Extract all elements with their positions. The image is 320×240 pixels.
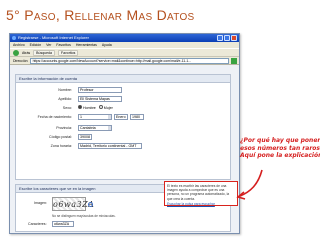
province-label: Provincia:: [56, 126, 72, 130]
internet-explorer-icon: [12, 36, 16, 40]
address-input[interactable]: https://accounts.google.com/NewAccount?s…: [29, 57, 229, 64]
birth-year-input[interactable]: 1980: [130, 114, 144, 120]
window-controls: [217, 35, 237, 41]
first-name-label: Nombre:: [58, 88, 72, 92]
slide-number: 5°: [6, 7, 20, 23]
gender-row: Sexo: Hombre Mujer: [16, 105, 230, 112]
birth-date-label: Fecha de nacimiento:: [37, 115, 72, 119]
address-bar: Dirección https://accounts.google.com/Ne…: [10, 57, 239, 65]
radio-empty-icon[interactable]: [98, 105, 103, 109]
annotation-note: ¿Por qué hay que poner esos números tan …: [240, 137, 320, 160]
gender-radio-group: Hombre Mujer: [78, 105, 113, 110]
maximize-button[interactable]: [224, 35, 230, 41]
radio-selected-icon[interactable]: [78, 105, 82, 109]
chevron-down-icon: [108, 126, 111, 130]
browser-toolbar: Atrás Búsqueda Favoritos: [10, 48, 239, 57]
go-button[interactable]: [231, 57, 237, 64]
favorites-button[interactable]: Favoritos: [57, 49, 79, 56]
birth-date-row: Fecha de nacimiento: 1 Enero 1980: [16, 114, 230, 121]
province-select[interactable]: Cantabria: [78, 125, 112, 131]
captcha-case-note: No se distinguen mayúsculas de minúscula…: [52, 214, 116, 218]
gender-label: Sexo:: [62, 106, 72, 110]
birth-month-select[interactable]: Enero: [114, 114, 128, 120]
annotation-line-1: ¿Por qué hay que poner: [240, 137, 320, 144]
annotation-line-2: esos números tan raros?: [240, 144, 320, 152]
callout-text: El texto es escribir las caracteres de u…: [167, 184, 230, 201]
birth-day-select[interactable]: 1: [78, 114, 112, 120]
back-arrow-icon[interactable]: [13, 49, 19, 56]
slide-heading: Paso, Rellenar Mas Datos: [24, 7, 195, 23]
gender-option-male[interactable]: Hombre: [78, 105, 96, 110]
slide-title: 5° Paso, Rellenar Mas Datos: [6, 7, 306, 23]
captcha-explanation-callout: El texto es escribir las caracteres de u…: [164, 181, 238, 206]
first-name-input[interactable]: Profesor: [78, 87, 122, 93]
window-titlebar: Registrarse - Microsoft Internet Explore…: [10, 34, 239, 42]
timezone-select[interactable]: Madrid, Territorio continental - GMT: [78, 143, 142, 149]
last-name-input[interactable]: Ell Sistema Mapas: [78, 96, 122, 102]
window-title: Registrarse - Microsoft Internet Explore…: [18, 35, 89, 40]
account-section-header: Escribe la información de cuenta: [16, 75, 230, 83]
last-name-label: Apellido:: [58, 97, 72, 101]
refresh-icon[interactable]: [88, 202, 93, 207]
annotation-line-3: Aquí pone la explicación: [240, 152, 320, 159]
last-name-row: Apellido: Ell Sistema Mapas: [16, 96, 230, 103]
postal-code-row: Código postal: 39008: [16, 134, 230, 141]
gender-option-female[interactable]: Mujer: [98, 105, 113, 110]
captcha-image-label: Imagen:: [34, 201, 47, 205]
captcha-image: o6wa3ZA: [52, 197, 94, 211]
postal-code-input[interactable]: 39008: [78, 134, 92, 140]
timezone-row: Zona horaria: Madrid, Territorio contine…: [16, 143, 230, 150]
back-button[interactable]: Atrás: [22, 49, 30, 57]
page-content: Escribe la información de cuenta Nombre:…: [10, 65, 239, 233]
account-info-panel: Escribe la información de cuenta Nombre:…: [15, 74, 231, 180]
audio-captcha-link[interactable]: Escuchar la pulsa para escuchar: [167, 202, 215, 206]
chevron-down-icon: [108, 115, 111, 119]
minimize-button[interactable]: [217, 35, 223, 41]
close-button[interactable]: [231, 35, 237, 41]
address-label: Dirección: [13, 58, 28, 63]
timezone-label: Zona horaria:: [50, 144, 72, 148]
province-row: Provincia: Cantabria: [16, 125, 230, 132]
first-name-row: Nombre: Profesor: [16, 87, 230, 94]
search-button[interactable]: Búsqueda: [33, 49, 55, 56]
captcha-input[interactable]: o6wa3ZA: [52, 221, 74, 227]
postal-code-label: Código postal:: [49, 135, 72, 139]
birth-date-fields: 1 Enero 1980: [78, 114, 144, 120]
captcha-input-label: Caracteres:: [28, 222, 47, 226]
